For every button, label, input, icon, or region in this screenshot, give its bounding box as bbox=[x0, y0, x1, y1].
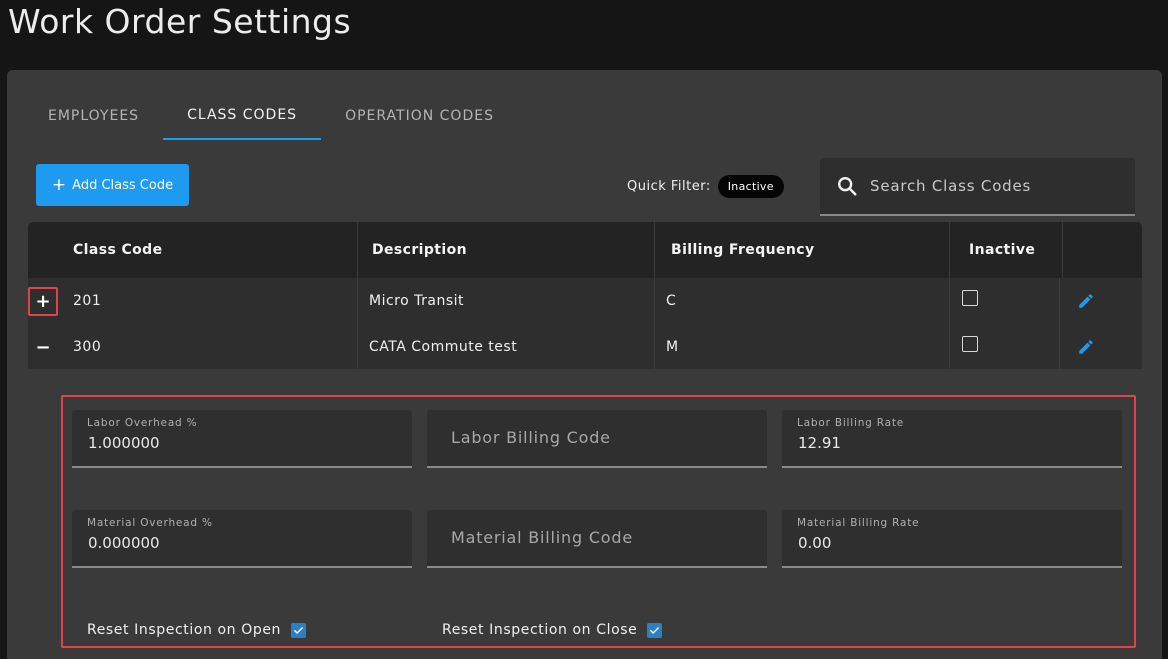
tab-bar: EMPLOYEES CLASS CODES OPERATION CODES bbox=[24, 92, 518, 140]
column-divider bbox=[654, 324, 655, 370]
table-header: Class Code Description Billing Frequency… bbox=[28, 222, 1142, 278]
page-title: Work Order Settings bbox=[8, 2, 352, 41]
table-row: − 300 CATA Commute test M bbox=[28, 324, 1142, 370]
plus-icon: + bbox=[51, 174, 67, 195]
quick-filter-label: Quick Filter: bbox=[627, 178, 711, 194]
column-divider bbox=[949, 278, 950, 324]
column-divider bbox=[357, 278, 358, 324]
column-divider bbox=[357, 324, 358, 370]
tab-employees[interactable]: EMPLOYEES bbox=[24, 92, 163, 140]
search-input[interactable] bbox=[870, 177, 1110, 195]
billing-frequency-cell: C bbox=[666, 293, 677, 309]
column-header-billing-frequency[interactable]: Billing Frequency bbox=[671, 222, 814, 278]
column-divider bbox=[1062, 222, 1063, 278]
description-cell: Micro Transit bbox=[369, 293, 465, 309]
column-divider bbox=[949, 324, 950, 370]
pencil-icon[interactable] bbox=[1077, 292, 1095, 310]
column-divider bbox=[949, 222, 950, 278]
tab-operation-codes[interactable]: OPERATION CODES bbox=[321, 92, 518, 140]
column-divider bbox=[1059, 278, 1060, 324]
search-icon bbox=[838, 177, 857, 196]
column-divider bbox=[654, 278, 655, 324]
inactive-filter-chip[interactable]: Inactive bbox=[717, 174, 784, 198]
inactive-checkbox[interactable] bbox=[962, 290, 978, 306]
highlight-outline bbox=[28, 287, 58, 316]
description-cell: CATA Commute test bbox=[369, 339, 518, 355]
pencil-icon[interactable] bbox=[1077, 338, 1095, 356]
column-divider bbox=[654, 222, 655, 278]
class-code-cell: 201 bbox=[73, 293, 102, 309]
add-class-code-label: Add Class Code bbox=[72, 177, 174, 193]
column-header-description[interactable]: Description bbox=[372, 222, 467, 278]
column-divider bbox=[357, 222, 358, 278]
column-header-class-code[interactable]: Class Code bbox=[73, 222, 162, 278]
column-divider bbox=[1059, 324, 1060, 370]
tab-class-codes[interactable]: CLASS CODES bbox=[163, 92, 322, 140]
table-row: + 201 Micro Transit C bbox=[28, 278, 1142, 324]
collapse-row-button[interactable]: − bbox=[29, 333, 57, 361]
highlight-outline bbox=[61, 395, 1136, 648]
column-header-inactive[interactable]: Inactive bbox=[969, 222, 1035, 278]
add-class-code-button[interactable]: + Add Class Code bbox=[36, 164, 189, 206]
class-code-cell: 300 bbox=[73, 339, 102, 355]
inactive-checkbox[interactable] bbox=[962, 336, 978, 352]
billing-frequency-cell: M bbox=[666, 339, 679, 355]
quick-filter: Quick Filter: Inactive bbox=[627, 172, 784, 200]
search-box bbox=[820, 158, 1135, 216]
